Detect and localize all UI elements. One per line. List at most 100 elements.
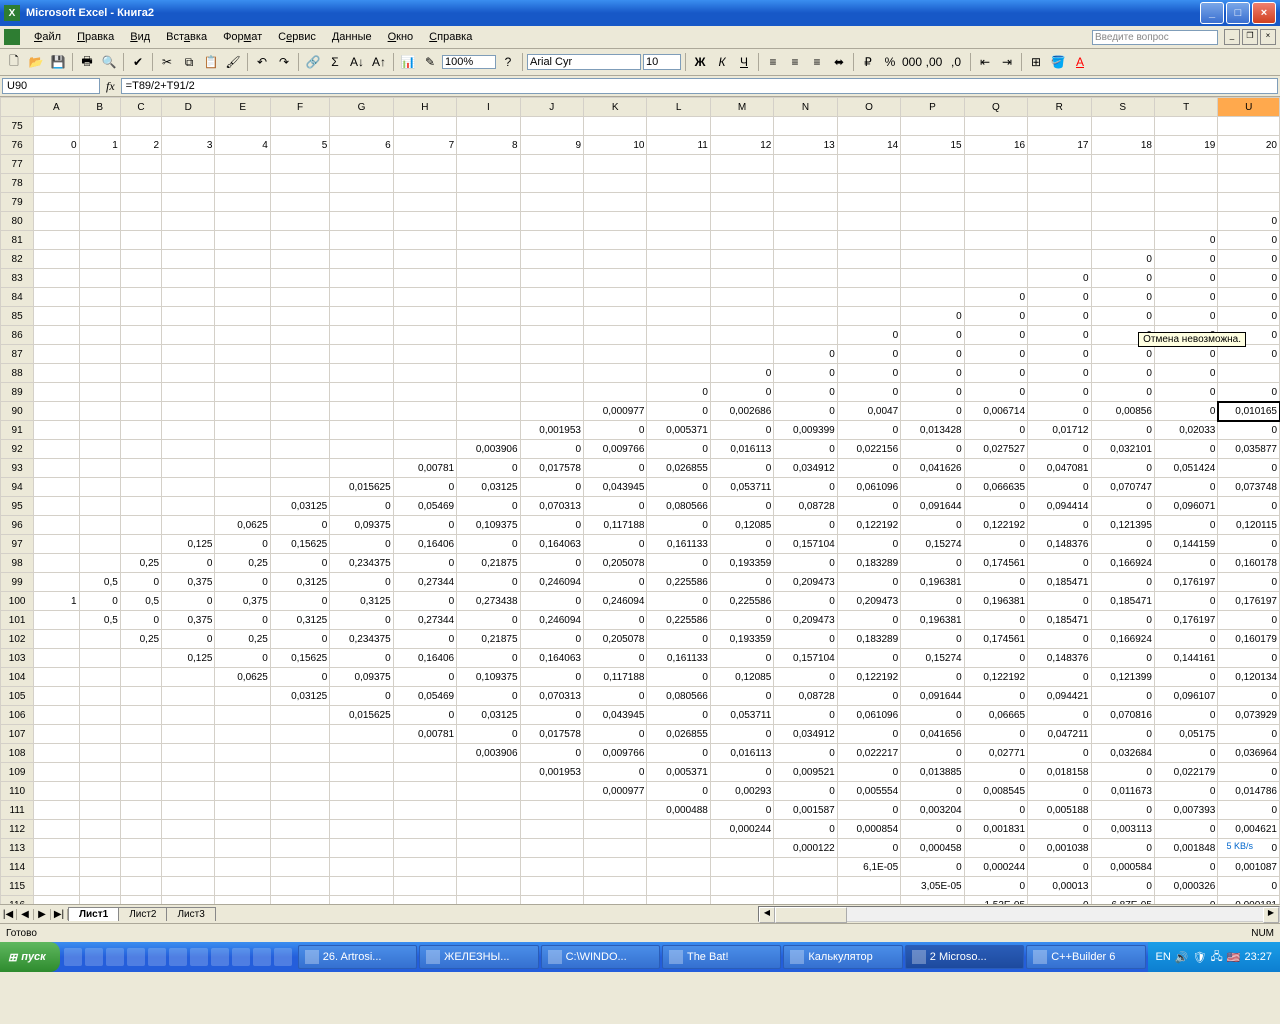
cell-U106[interactable]: 0,073929: [1218, 706, 1280, 725]
cell-M104[interactable]: 0,12085: [710, 668, 773, 687]
cell-T91[interactable]: 0,02033: [1154, 421, 1217, 440]
cell-L105[interactable]: 0,080566: [647, 687, 710, 706]
cell-H100[interactable]: 0: [393, 592, 456, 611]
cell-D82[interactable]: [162, 250, 215, 269]
cell-G98[interactable]: 0,234375: [330, 554, 393, 573]
cell-E115[interactable]: [215, 877, 270, 896]
cell-M88[interactable]: 0: [710, 364, 773, 383]
cell-O104[interactable]: 0,122192: [837, 668, 900, 687]
cell-A116[interactable]: [34, 896, 79, 905]
col-header-Q[interactable]: Q: [964, 98, 1027, 117]
cell-J88[interactable]: [520, 364, 583, 383]
cell-E83[interactable]: [215, 269, 270, 288]
row-header-93[interactable]: 93: [1, 459, 34, 478]
cell-M100[interactable]: 0,225586: [710, 592, 773, 611]
cell-I75[interactable]: [457, 117, 520, 136]
cell-T81[interactable]: 0: [1154, 231, 1217, 250]
cell-M112[interactable]: 0,000244: [710, 820, 773, 839]
cell-E101[interactable]: 0: [215, 611, 270, 630]
cell-F115[interactable]: [270, 877, 329, 896]
cell-B83[interactable]: [79, 269, 120, 288]
cell-U108[interactable]: 0,036964: [1218, 744, 1280, 763]
fill-color-icon[interactable]: 🪣: [1048, 52, 1068, 72]
cell-Q85[interactable]: 0: [964, 307, 1027, 326]
cell-E103[interactable]: 0: [215, 649, 270, 668]
cell-A111[interactable]: [34, 801, 79, 820]
col-header-J[interactable]: J: [520, 98, 583, 117]
cell-H79[interactable]: [393, 193, 456, 212]
cell-Q75[interactable]: [964, 117, 1027, 136]
cell-K98[interactable]: 0,205078: [584, 554, 647, 573]
cell-S109[interactable]: 0: [1091, 763, 1154, 782]
cell-E100[interactable]: 0,375: [215, 592, 270, 611]
cell-T87[interactable]: 0: [1154, 345, 1217, 364]
formula-input[interactable]: =T89/2+T91/2: [121, 78, 1278, 94]
cell-S111[interactable]: 0: [1091, 801, 1154, 820]
cell-D84[interactable]: [162, 288, 215, 307]
cell-U103[interactable]: 0: [1218, 649, 1280, 668]
cell-E97[interactable]: 0: [215, 535, 270, 554]
cell-H102[interactable]: 0: [393, 630, 456, 649]
cell-G89[interactable]: [330, 383, 393, 402]
cell-C87[interactable]: [120, 345, 161, 364]
cell-A96[interactable]: [34, 516, 79, 535]
cell-B84[interactable]: [79, 288, 120, 307]
cell-P88[interactable]: 0: [901, 364, 964, 383]
cell-K76[interactable]: 10: [584, 136, 647, 155]
row-header-107[interactable]: 107: [1, 725, 34, 744]
cell-J80[interactable]: [520, 212, 583, 231]
cell-I102[interactable]: 0,21875: [457, 630, 520, 649]
cell-H80[interactable]: [393, 212, 456, 231]
cell-P76[interactable]: 15: [901, 136, 964, 155]
cell-H105[interactable]: 0,05469: [393, 687, 456, 706]
cell-N87[interactable]: 0: [774, 345, 837, 364]
cell-G110[interactable]: [330, 782, 393, 801]
cell-J101[interactable]: 0,246094: [520, 611, 583, 630]
cell-G84[interactable]: [330, 288, 393, 307]
cell-G93[interactable]: [330, 459, 393, 478]
cell-D77[interactable]: [162, 155, 215, 174]
cell-I91[interactable]: [457, 421, 520, 440]
cell-L102[interactable]: 0: [647, 630, 710, 649]
cell-I100[interactable]: 0,273438: [457, 592, 520, 611]
cell-G100[interactable]: 0,3125: [330, 592, 393, 611]
cell-Q103[interactable]: 0: [964, 649, 1027, 668]
cell-C108[interactable]: [120, 744, 161, 763]
cell-T104[interactable]: 0: [1154, 668, 1217, 687]
cell-S104[interactable]: 0,121399: [1091, 668, 1154, 687]
cell-I109[interactable]: [457, 763, 520, 782]
cell-I110[interactable]: [457, 782, 520, 801]
cell-A115[interactable]: [34, 877, 79, 896]
cell-K104[interactable]: 0,117188: [584, 668, 647, 687]
cell-I83[interactable]: [457, 269, 520, 288]
cell-H98[interactable]: 0: [393, 554, 456, 573]
cell-K85[interactable]: [584, 307, 647, 326]
cell-B91[interactable]: [79, 421, 120, 440]
cell-O89[interactable]: 0: [837, 383, 900, 402]
cell-Q84[interactable]: 0: [964, 288, 1027, 307]
cell-T111[interactable]: 0,007393: [1154, 801, 1217, 820]
cell-I82[interactable]: [457, 250, 520, 269]
cell-B106[interactable]: [79, 706, 120, 725]
cell-F100[interactable]: 0: [270, 592, 329, 611]
cell-G95[interactable]: 0: [330, 497, 393, 516]
cell-S89[interactable]: 0: [1091, 383, 1154, 402]
cell-M98[interactable]: 0,193359: [710, 554, 773, 573]
cell-F97[interactable]: 0,15625: [270, 535, 329, 554]
row-header-85[interactable]: 85: [1, 307, 34, 326]
cell-G109[interactable]: [330, 763, 393, 782]
cell-M97[interactable]: 0: [710, 535, 773, 554]
cell-K96[interactable]: 0,117188: [584, 516, 647, 535]
cell-G96[interactable]: 0,09375: [330, 516, 393, 535]
cell-S90[interactable]: 0,00856: [1091, 402, 1154, 421]
cell-B79[interactable]: [79, 193, 120, 212]
cell-R91[interactable]: 0,01712: [1028, 421, 1091, 440]
row-header-100[interactable]: 100: [1, 592, 34, 611]
cell-N77[interactable]: [774, 155, 837, 174]
cell-P82[interactable]: [901, 250, 964, 269]
cell-R100[interactable]: 0: [1028, 592, 1091, 611]
cell-K84[interactable]: [584, 288, 647, 307]
cell-I77[interactable]: [457, 155, 520, 174]
cell-M83[interactable]: [710, 269, 773, 288]
cell-O87[interactable]: 0: [837, 345, 900, 364]
